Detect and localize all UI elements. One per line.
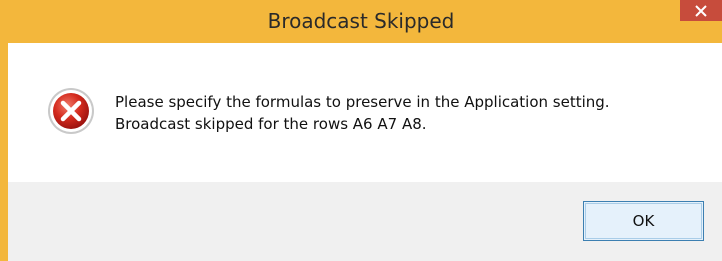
button-bar: OK — [8, 182, 722, 261]
close-icon — [695, 4, 707, 17]
ok-button[interactable]: OK — [583, 201, 704, 241]
dialog-content: Please specify the formulas to preserve … — [8, 43, 722, 182]
close-button[interactable] — [680, 0, 722, 21]
message-line-2: Broadcast skipped for the rows A6 A7 A8. — [115, 115, 427, 133]
title-bar[interactable]: Broadcast Skipped — [0, 0, 722, 43]
error-icon — [48, 88, 94, 134]
error-message: Please specify the formulas to preserve … — [115, 91, 610, 135]
dialog-window: Broadcast Skipped Please specify the for… — [0, 0, 722, 261]
message-line-1: Please specify the formulas to preserve … — [115, 93, 610, 111]
dialog-title: Broadcast Skipped — [267, 9, 455, 33]
